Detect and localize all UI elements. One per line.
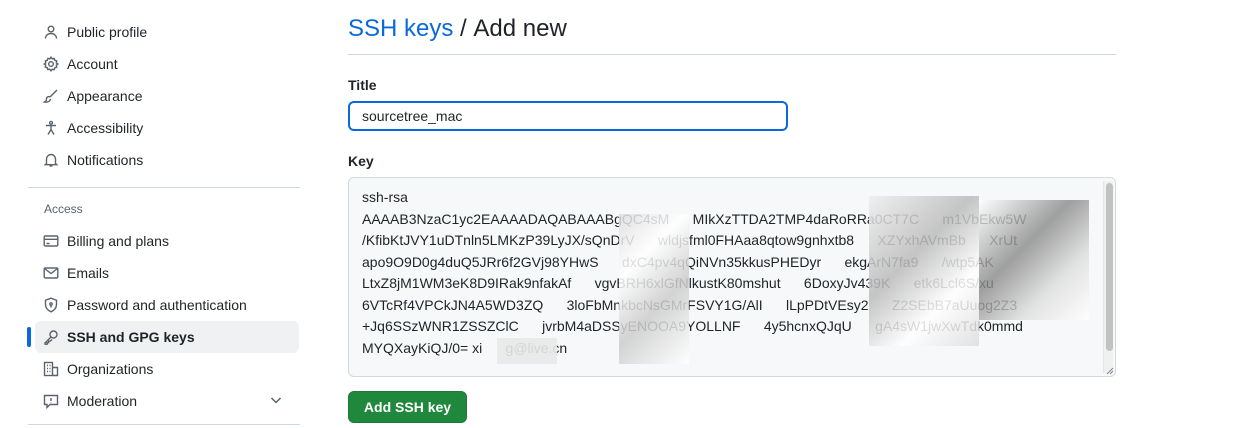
title-label: Title bbox=[348, 77, 377, 93]
sidebar-item-accessibility[interactable]: Accessibility bbox=[28, 112, 300, 144]
title-divider bbox=[348, 54, 1116, 55]
sidebar-item-label: SSH and GPG keys bbox=[67, 329, 195, 345]
sidebar-section-access: Access bbox=[44, 202, 83, 216]
page-title-text: Add new bbox=[473, 15, 567, 42]
sidebar-item-label: Appearance bbox=[67, 88, 143, 104]
sidebar-item-label: Moderation bbox=[67, 393, 138, 409]
mail-icon bbox=[43, 265, 59, 281]
organization-icon bbox=[43, 361, 59, 377]
sidebar-item-label: Emails bbox=[67, 265, 110, 281]
sidebar-item-appearance[interactable]: Appearance bbox=[28, 80, 300, 112]
chevron-down-icon[interactable] bbox=[268, 392, 284, 411]
redaction-block bbox=[869, 196, 979, 346]
sidebar-item-label: Public profile bbox=[67, 24, 148, 40]
resize-handle-icon[interactable] bbox=[1104, 365, 1114, 375]
add-ssh-key-button[interactable]: Add SSH key bbox=[348, 391, 467, 423]
sidebar-item-emails[interactable]: Emails bbox=[28, 257, 300, 289]
redaction-block bbox=[619, 214, 689, 364]
redaction-block bbox=[979, 200, 1089, 320]
sidebar-item-billing[interactable]: Billing and plans bbox=[28, 225, 300, 257]
settings-sidebar: Public profile Account Appearance Access… bbox=[27, 16, 300, 425]
main-content: SSH keys / Add new Title sourcetree_mac … bbox=[348, 12, 1116, 423]
sidebar-item-label: Organizations bbox=[67, 361, 154, 377]
accessibility-icon bbox=[43, 120, 59, 136]
scrollbar-thumb[interactable] bbox=[1106, 183, 1113, 351]
page-title: SSH keys / Add new bbox=[348, 12, 1116, 46]
sidebar-item-account[interactable]: Account bbox=[28, 48, 300, 80]
sidebar-item-ssh-gpg-keys[interactable]: SSH and GPG keys bbox=[27, 321, 299, 353]
sidebar-item-label: Billing and plans bbox=[67, 233, 169, 249]
key-textarea[interactable]: ssh-rsa AAAAB3NzaC1yc2EAAAADAQABAAABgQC4… bbox=[348, 177, 1116, 377]
textarea-scrollbar[interactable] bbox=[1103, 181, 1113, 373]
sidebar-item-label: Notifications bbox=[67, 152, 144, 168]
paintbrush-icon bbox=[43, 88, 59, 104]
redaction-block bbox=[497, 338, 557, 364]
sidebar-divider bbox=[28, 187, 300, 188]
sidebar-item-label: Accessibility bbox=[67, 120, 144, 136]
key-label: Key bbox=[348, 153, 374, 169]
report-icon bbox=[43, 393, 59, 409]
key-icon bbox=[43, 329, 59, 345]
sidebar-item-public-profile[interactable]: Public profile bbox=[28, 16, 300, 48]
breadcrumb-ssh-keys-link[interactable]: SSH keys bbox=[348, 15, 453, 43]
credit-card-icon bbox=[43, 233, 59, 249]
person-icon bbox=[43, 24, 59, 40]
breadcrumb-separator: / bbox=[453, 15, 474, 42]
title-input[interactable]: sourcetree_mac bbox=[348, 101, 788, 131]
gear-icon bbox=[43, 56, 59, 72]
sidebar-item-notifications[interactable]: Notifications bbox=[28, 144, 300, 176]
bell-icon bbox=[43, 152, 59, 168]
sidebar-item-moderation[interactable]: Moderation bbox=[28, 385, 300, 417]
sidebar-bottom-divider bbox=[28, 424, 300, 425]
sidebar-item-organizations[interactable]: Organizations bbox=[28, 353, 300, 385]
sidebar-item-label: Account bbox=[67, 56, 118, 72]
shield-lock-icon bbox=[43, 297, 59, 313]
sidebar-item-password-auth[interactable]: Password and authentication bbox=[28, 289, 300, 321]
sidebar-item-label: Password and authentication bbox=[67, 297, 247, 313]
